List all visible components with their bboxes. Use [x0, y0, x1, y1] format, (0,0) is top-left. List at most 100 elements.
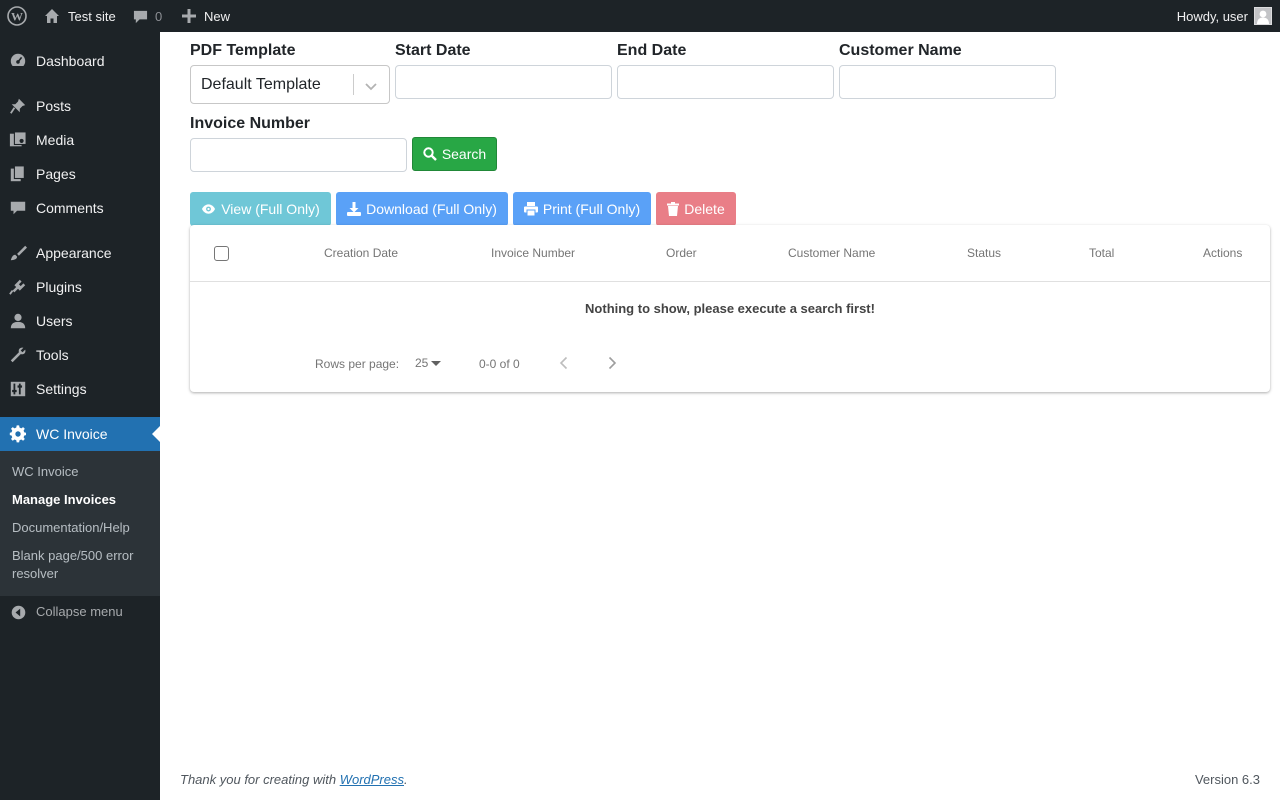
wordpress-link[interactable]: WordPress	[340, 772, 404, 787]
sidebar-item-label: Tools	[36, 347, 69, 363]
submenu-item-blank-page-resolver[interactable]: Blank page/500 error resolver	[12, 547, 152, 583]
eye-icon	[202, 204, 216, 214]
sidebar-item-pages[interactable]: Pages	[0, 157, 160, 191]
next-page-icon[interactable]	[604, 355, 620, 371]
sidebar-item-appearance[interactable]: Appearance	[0, 236, 160, 270]
view-button-label: View (Full Only)	[221, 201, 320, 217]
column-header-invoice-number[interactable]: Invoice Number	[491, 246, 575, 260]
sidebar-item-label: Media	[36, 132, 75, 148]
end-date-input[interactable]	[617, 65, 834, 99]
start-date-input[interactable]	[395, 65, 612, 99]
print-button[interactable]: Print (Full Only)	[513, 192, 651, 226]
column-header-order[interactable]: Order	[666, 246, 697, 260]
new-label: New	[204, 8, 231, 24]
select-all-checkbox[interactable]	[214, 246, 229, 261]
search-icon	[423, 147, 437, 161]
sidebar-item-label: Settings	[36, 381, 87, 397]
comments-count: 0	[155, 8, 163, 24]
download-button[interactable]: Download (Full Only)	[336, 192, 508, 226]
account-menu[interactable]: Howdy, user	[1177, 0, 1272, 32]
site-name: Test site	[68, 8, 116, 24]
search-button[interactable]: Search	[412, 137, 497, 171]
comment-icon	[10, 201, 26, 215]
column-header-creation-date[interactable]: Creation Date	[324, 246, 398, 260]
submenu-item-wc-invoice[interactable]: WC Invoice	[12, 463, 152, 481]
media-icon	[9, 131, 27, 147]
comment-icon	[133, 10, 148, 23]
collapse-menu-button[interactable]: Collapse menu	[0, 596, 160, 630]
collapse-arrow-icon	[11, 605, 26, 620]
column-header-customer-name[interactable]: Customer Name	[788, 246, 875, 260]
footer-thanks-suffix: .	[404, 772, 408, 787]
sidebar-item-plugins[interactable]: Plugins	[0, 270, 160, 304]
end-date-label: End Date	[617, 42, 687, 59]
comments-link[interactable]: 0	[133, 0, 162, 32]
pages-icon	[10, 165, 25, 182]
sidebar-item-label: Comments	[36, 200, 104, 216]
submenu-item-manage-invoices[interactable]: Manage Invoices	[12, 491, 152, 509]
download-button-label: Download (Full Only)	[366, 201, 497, 217]
download-icon	[347, 202, 362, 216]
footer-thanks-prefix: Thank you for creating with	[180, 772, 340, 787]
admin-bar: W Test site 0 New Howdy, user	[0, 0, 1280, 32]
home-icon	[45, 9, 59, 23]
delete-button[interactable]: Delete	[656, 192, 736, 226]
sidebar-item-wc-invoice[interactable]: WC Invoice	[0, 417, 160, 451]
view-button[interactable]: View (Full Only)	[190, 192, 331, 226]
sidebar-item-posts[interactable]: Posts	[0, 89, 160, 123]
howdy-text: Howdy, user	[1176, 8, 1248, 24]
footer-version: Version 6.3	[1194, 772, 1260, 787]
sidebar-item-users[interactable]: Users	[0, 304, 160, 338]
pdf-template-value: Default Template	[201, 76, 321, 93]
avatar	[1254, 7, 1272, 25]
previous-page-icon[interactable]	[556, 355, 572, 371]
plus-icon	[182, 9, 196, 23]
main-content: PDF Template Default Template Start Date…	[160, 32, 1280, 800]
invoice-number-label: Invoice Number	[190, 115, 311, 132]
rows-per-page-value: 25	[415, 356, 429, 370]
sidebar-item-settings[interactable]: Settings	[0, 372, 160, 406]
wordpress-logo-icon[interactable]: W	[7, 0, 27, 32]
sidebar-item-label: Dashboard	[36, 53, 105, 69]
rows-per-page-label: Rows per page:	[315, 357, 400, 371]
sidebar-item-label: Plugins	[36, 279, 82, 295]
customer-name-input[interactable]	[839, 65, 1056, 99]
sidebar-item-label: Appearance	[36, 245, 112, 261]
column-header-status[interactable]: Status	[967, 246, 1001, 260]
select-separator	[353, 74, 354, 95]
wc-invoice-submenu: WC Invoice Manage Invoices Documentation…	[0, 451, 160, 596]
site-name-link[interactable]: Test site	[44, 0, 116, 32]
admin-sidebar: Dashboard Posts Media Pages Comments App…	[0, 32, 160, 800]
sidebar-item-media[interactable]: Media	[0, 123, 160, 157]
pushpin-icon	[10, 98, 26, 114]
plugin-icon	[9, 279, 26, 295]
start-date-label: Start Date	[395, 42, 471, 59]
print-button-label: Print (Full Only)	[542, 201, 641, 217]
pdf-template-select[interactable]: Default Template	[190, 65, 390, 104]
wrench-icon	[10, 347, 26, 363]
invoices-table: Creation Date Invoice Number Order Custo…	[190, 225, 1270, 392]
sidebar-item-label: Users	[36, 313, 73, 329]
trash-icon	[667, 202, 680, 216]
chevron-down-icon	[365, 83, 377, 91]
new-content-link[interactable]: New	[182, 0, 230, 32]
sidebar-item-label: Pages	[36, 166, 76, 182]
table-header: Creation Date Invoice Number Order Custo…	[190, 225, 1270, 282]
dashboard-icon	[10, 53, 26, 66]
footer-thanks: Thank you for creating with WordPress.	[180, 772, 408, 787]
settings-icon	[10, 381, 26, 397]
print-icon	[523, 202, 538, 216]
search-button-label: Search	[441, 146, 487, 162]
invoice-number-input[interactable]	[190, 138, 407, 172]
sidebar-item-tools[interactable]: Tools	[0, 338, 160, 372]
sidebar-item-comments[interactable]: Comments	[0, 191, 160, 225]
svg-text:W: W	[11, 10, 23, 24]
customer-name-label: Customer Name	[839, 42, 962, 59]
sidebar-item-label: WC Invoice	[36, 426, 108, 442]
gear-icon	[9, 425, 27, 443]
column-header-total[interactable]: Total	[1089, 246, 1114, 260]
sidebar-item-dashboard[interactable]: Dashboard	[0, 44, 160, 78]
rows-per-page-select[interactable]: 25	[415, 356, 442, 370]
user-icon	[10, 313, 26, 329]
submenu-item-documentation[interactable]: Documentation/Help	[12, 519, 152, 537]
